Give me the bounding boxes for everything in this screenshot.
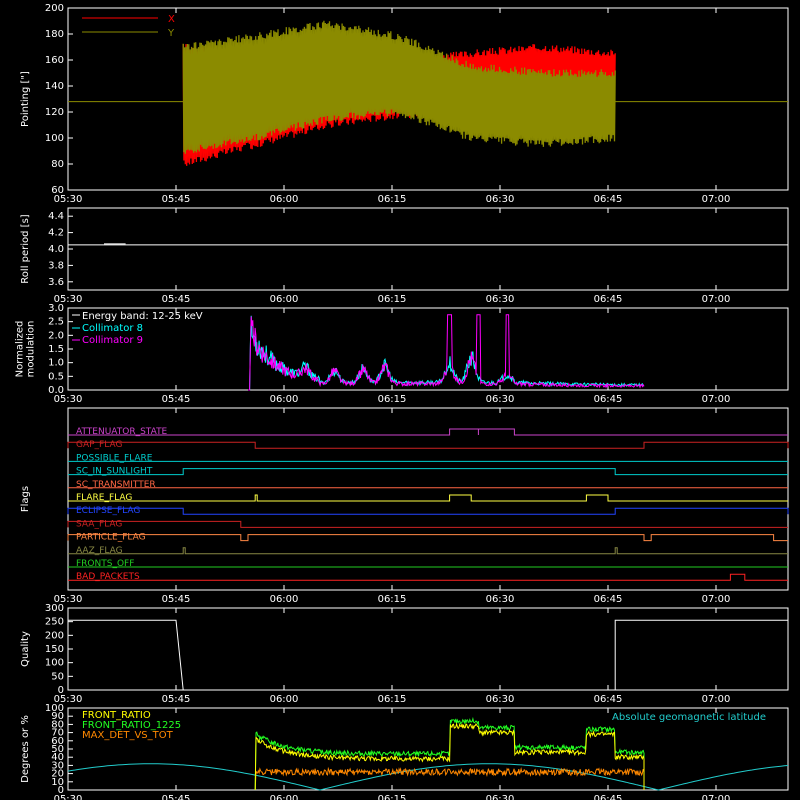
quality-ylabel: Quality [20,631,31,667]
modulation-ytick-label: 1.0 [48,358,64,369]
ratios-xtick-label: 07:00 [702,794,731,800]
ratios-ylabel: Degrees or % [20,715,31,783]
roll-period-ylabel: Roll period [s] [20,214,31,283]
flags-xtick-label: 06:15 [378,594,407,605]
flag-line-flare-flag [68,494,788,502]
pointing-legend-label: X [168,14,175,25]
pointing-legend-label: Y [167,28,175,39]
roll-period-xtick-label: 06:15 [378,294,407,305]
flag-line-attenuator-state [68,428,788,436]
roll-period-xtick-label: 05:45 [162,294,191,305]
modulation-xtick-label: 07:00 [702,394,731,405]
roll-period-xtick-label: 06:45 [594,294,623,305]
pointing-ytick-label: 60 [51,185,64,196]
modulation-xtick-label: 06:15 [378,394,407,405]
pointing-xtick-label: 06:45 [594,194,623,205]
flags-xtick-label: 07:00 [702,594,731,605]
ratios-xtick-label: 06:30 [486,794,515,800]
modulation-ytick-label: 1.5 [48,344,64,355]
pointing-ytick-label: 160 [45,55,64,66]
flag-line-bad-packets [68,573,788,581]
quality-xtick-label: 06:30 [486,694,515,705]
modulation-legend-label: Collimator 9 [82,335,143,346]
rhessi-quicklook-chart: 05:30 05:45 06:00 06:15 06:30 06:45 07:0060801… [15,3,789,800]
ratios-series-max-det-vs-tot [254,766,645,791]
modulation-legend-title: Energy band: 12-25 keV [82,311,203,322]
modulation-xtick-label: 06:30 [486,394,515,405]
quality-ytick-label: 100 [45,658,64,669]
modulation-xtick-label: 06:45 [594,394,623,405]
pointing-xtick-label: 06:00 [270,194,299,205]
modulation-ytick-label: 2.5 [48,317,64,328]
modulation-series-2 [248,314,645,391]
flag-line-eclipse-flag [67,507,789,515]
pointing-ytick-label: 100 [45,133,64,144]
flag-line-saa-flag [67,520,788,528]
roll-period-xtick-label: 06:30 [486,294,515,305]
ratios-ytick-label: 100 [45,703,64,714]
quality-ytick-label: 50 [51,671,64,682]
pointing-ytick-label: 120 [45,107,64,118]
modulation-legend-label: Collimator 8 [82,323,143,334]
modulation-ytick-label: 0.5 [48,371,64,382]
pointing-xtick-label: 05:45 [162,194,191,205]
modulation-xtick-label: 06:00 [270,394,299,405]
modulation-ytick-label: 0.0 [48,385,64,396]
pointing-xtick-label: 06:15 [378,194,407,205]
pointing-ytick-label: 80 [51,159,64,170]
ratios-xtick-label: 06:00 [270,794,299,800]
modulation-ylabel: Normalized [15,321,26,378]
roll-period-xtick-label: 07:00 [702,294,731,305]
modulation-xtick-label: 05:45 [162,394,191,405]
ratios-xtick-label: 06:15 [378,794,407,800]
quality-ytick-label: 200 [45,630,64,641]
quality-xtick-label: 06:15 [378,694,407,705]
pointing-ytick-label: 180 [45,29,64,40]
modulation-series-1 [248,315,645,391]
roll-period-xtick-label: 06:00 [270,294,299,305]
modulation-ytick-label: 3.0 [48,303,64,314]
quality-ytick-label: 300 [45,603,64,614]
roll-period-ytick-label: 3.8 [48,260,64,271]
ratios-xtick-label: 05:45 [162,794,191,800]
modulation-ytick-label: 2.0 [48,330,64,341]
pointing-ytick-label: 200 [45,3,64,14]
flags-xtick-label: 06:30 [486,594,515,605]
roll-period-ytick-label: 4.4 [48,211,64,222]
quality-xtick-label: 06:45 [594,694,623,705]
roll-period-frame [67,207,789,291]
flags-ylabel: Flags [20,486,31,512]
roll-period-ytick-label: 3.6 [48,277,64,288]
flag-line-aaz-flag [68,547,788,555]
ratios-xtick-label: 06:45 [594,794,623,800]
roll-period-ytick-label: 4.0 [48,244,64,255]
quality-xtick-label: 07:00 [702,694,731,705]
ratios-legend-label: MAX_DET_VS_TOT [82,730,174,741]
quality-xtick-label: 06:00 [270,694,299,705]
flags-xtick-label: 06:00 [270,594,299,605]
flags-xtick-label: 05:45 [162,594,191,605]
flag-line-particle-flag [67,534,788,542]
pointing-xtick-label: 07:00 [702,194,731,205]
roll-period-ytick-label: 4.2 [48,228,64,239]
pointing-ylabel: Pointing ["] [20,71,31,127]
quality-ytick-label: 150 [45,644,64,655]
flag-line-sc-in-sunlight [68,468,788,476]
flags-xtick-label: 06:45 [594,594,623,605]
quality-xtick-label: 05:45 [162,694,191,705]
pointing-ytick-label: 140 [45,81,64,92]
pointing-series-y [182,20,616,154]
quality-series [68,619,788,691]
flag-line-gap-flag [67,441,789,449]
ratios-annotation: Absolute geomagnetic latitude [612,712,766,723]
quality-ytick-label: 0 [58,685,64,696]
modulation-ylabel: modulation [26,321,37,378]
quality-ytick-label: 250 [45,617,64,628]
pointing-xtick-label: 06:30 [486,194,515,205]
